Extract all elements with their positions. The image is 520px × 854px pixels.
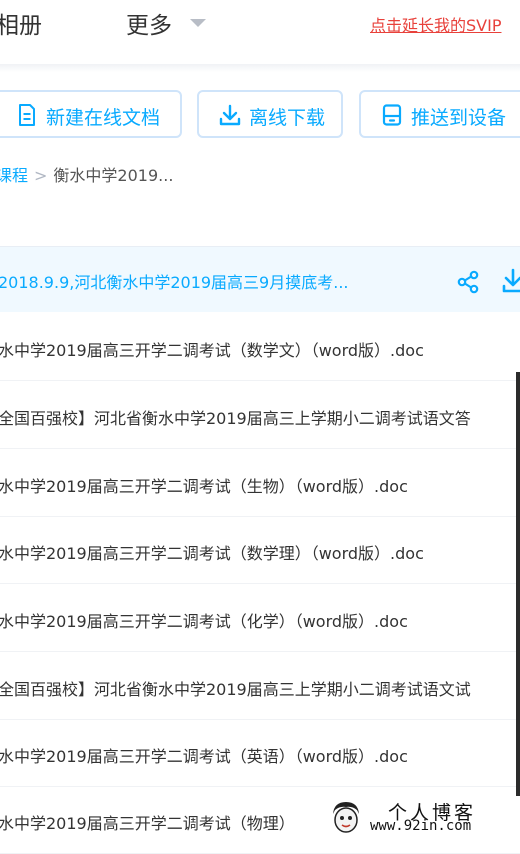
offline-download-button[interactable]: 离线下载: [197, 90, 343, 138]
blog-watermark: 个人博客 www.92in.com: [326, 796, 520, 840]
file-row[interactable]: 水中学2019届高三开学二调考试（英语）（word版）.doc: [0, 719, 520, 787]
file-row[interactable]: 水中学2019届高三开学二调考试（生物）（word版）.doc: [0, 449, 520, 517]
row-download-icon[interactable]: [502, 268, 520, 298]
new-online-doc-button[interactable]: 新建在线文档: [0, 90, 182, 138]
device-icon: [382, 104, 402, 131]
breadcrumb-separator: >: [34, 166, 48, 185]
push-to-device-button[interactable]: 推送到设备: [359, 90, 520, 138]
push-to-device-label: 推送到设备: [411, 107, 507, 129]
nav-divider: [0, 64, 520, 72]
top-nav: 相册 更多 点击延长我的SVIP: [0, 0, 520, 64]
file-name[interactable]: 水中学2019届高三开学二调考试（化学）（word版）.doc: [0, 608, 408, 632]
file-name[interactable]: 水中学2019届高三开学二调考试（生物）（word版）.doc: [0, 473, 408, 497]
share-icon[interactable]: [456, 270, 480, 298]
download-icon: [219, 104, 241, 131]
watermark-url: www.92in.com: [370, 818, 472, 834]
breadcrumb-parent[interactable]: 课程: [0, 166, 28, 185]
breadcrumb: 课程 > 衡水中学2019...: [0, 162, 173, 186]
new-online-doc-label: 新建在线文档: [46, 107, 161, 129]
file-name[interactable]: 水中学2019届高三开学二调考试（数学文）（word版）.doc: [0, 337, 424, 361]
nav-more[interactable]: 更多: [126, 6, 172, 40]
file-row[interactable]: 水中学2019届高三开学二调考试（化学）（word版）.doc: [0, 584, 520, 652]
file-name[interactable]: 水中学2019届高三开学二调考试（物理）: [0, 810, 295, 834]
selected-file-name[interactable]: 2018.9.9,河北衡水中学2019届高三9月摸底考...: [0, 269, 349, 293]
file-name[interactable]: 全国百强校】河北省衡水中学2019届高三上学期小二调考试语文答: [0, 405, 471, 429]
file-name[interactable]: 水中学2019届高三开学二调考试（英语）（word版）.doc: [0, 743, 408, 767]
file-name[interactable]: 水中学2019届高三开学二调考试（数学理）（word版）.doc: [0, 540, 424, 564]
cartoon-face-icon: [330, 800, 362, 840]
file-row[interactable]: 水中学2019届高三开学二调考试（数学理）（word版）.doc: [0, 516, 520, 584]
vertical-scrollbar[interactable]: [516, 372, 520, 812]
nav-photos[interactable]: 相册: [0, 6, 42, 40]
document-icon: [18, 104, 36, 131]
chevron-down-icon[interactable]: [190, 19, 206, 27]
file-row[interactable]: 全国百强校】河北省衡水中学2019届高三上学期小二调考试语文答: [0, 381, 520, 449]
breadcrumb-current: 衡水中学2019...: [53, 166, 174, 185]
extend-svip-link[interactable]: 点击延长我的SVIP: [370, 12, 501, 36]
selected-file-row[interactable]: 2018.9.9,河北衡水中学2019届高三9月摸底考...: [0, 247, 520, 312]
file-row[interactable]: 全国百强校】河北省衡水中学2019届高三上学期小二调考试语文试: [0, 652, 520, 720]
file-name[interactable]: 全国百强校】河北省衡水中学2019届高三上学期小二调考试语文试: [0, 676, 471, 700]
file-row[interactable]: 水中学2019届高三开学二调考试（数学文）（word版）.doc: [0, 313, 520, 381]
offline-download-label: 离线下载: [249, 107, 326, 129]
